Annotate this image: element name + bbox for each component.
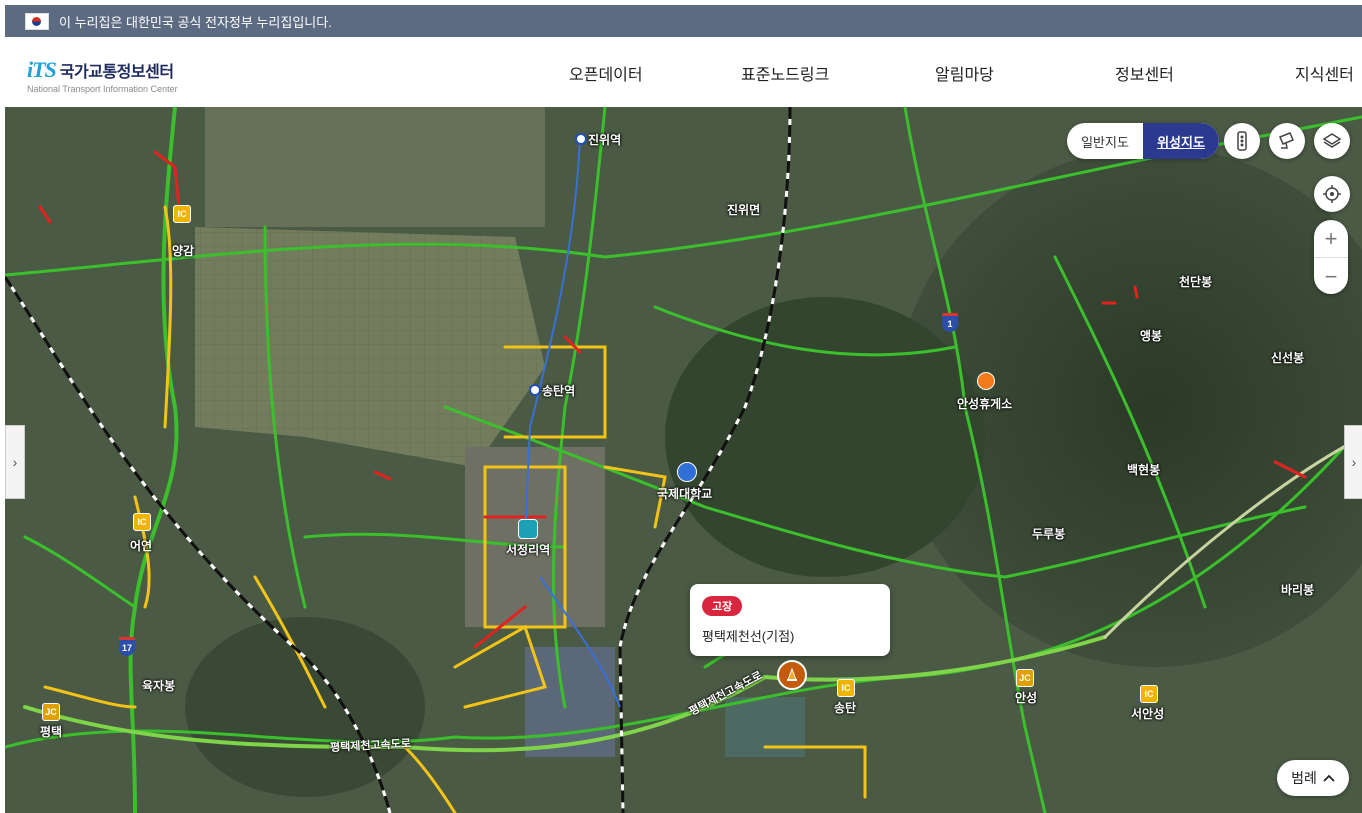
label-aengbong: 앵봉 (1140, 329, 1163, 343)
map-type-normal-button[interactable]: 일반지도 (1067, 123, 1143, 159)
label-jinwi-myeon: 진위면 (727, 203, 761, 217)
logo-subtitle: National Transport Information Center (27, 84, 178, 94)
label-yukjabong: 육자봉 (142, 679, 176, 693)
label-jinwi-station: 진위역 (588, 133, 622, 147)
ic-marker-eoyeon[interactable]: IC (133, 513, 151, 531)
ic-marker-seoanseong[interactable]: IC (1140, 685, 1158, 703)
crosshair-icon (1323, 185, 1341, 203)
incident-location-text: 평택제천선(기점) (702, 629, 795, 644)
label-cheondanbong: 천단봉 (1179, 275, 1213, 289)
route-1-shield-icon: 1 (942, 313, 958, 332)
label-baekhyeonbong: 백현봉 (1127, 463, 1161, 477)
label-pyeongtaek: 평택 (40, 725, 63, 739)
rest-area-icon[interactable] (977, 372, 995, 390)
incident-popup[interactable]: 고장 평택제천선(기점) (690, 584, 890, 656)
layers-button[interactable] (1314, 123, 1350, 159)
site-logo[interactable]: iTS 국가교통정보센터 National Transport Informat… (27, 57, 178, 94)
label-sinseonbong: 신선봉 (1271, 351, 1305, 365)
zoom-control: + − (1314, 220, 1348, 294)
traffic-map[interactable]: 진위역 진위면 양감 송탄역 안성휴게소 천단봉 앵봉 신선봉 백현봉 국제대학… (5, 107, 1362, 813)
train-station-icon[interactable] (518, 519, 538, 539)
map-type-satellite-button[interactable]: 위성지도 (1143, 123, 1219, 159)
songtan-station-marker[interactable] (529, 384, 541, 396)
label-songtan-station: 송탄역 (542, 384, 576, 398)
chevron-right-icon: › (12, 454, 18, 470)
label-durubong: 두루봉 (1032, 527, 1066, 541)
label-yanggam: 양감 (172, 244, 195, 258)
incident-type-badge: 고장 (702, 596, 743, 616)
label-anseong-rest-area: 안성휴게소 (957, 397, 1013, 411)
label-songtan: 송탄 (834, 701, 857, 715)
university-icon[interactable] (677, 462, 697, 482)
logo-title: 국가교통정보센터 (59, 64, 174, 81)
its-logo-mark: iTS (27, 57, 57, 82)
zoom-in-button[interactable]: + (1314, 220, 1348, 258)
korea-flag-icon (25, 12, 49, 30)
label-gukje-university: 국제대학교 (657, 487, 713, 501)
cctv-button[interactable] (1269, 123, 1305, 159)
ic-marker-songtan[interactable]: IC (837, 679, 855, 697)
nav-knowledge-center[interactable]: 지식센터 (1295, 61, 1354, 85)
chevron-right-icon: › (1351, 454, 1357, 470)
nav-notice[interactable]: 알림마당 (935, 61, 994, 85)
right-panel-toggle[interactable]: › (1344, 425, 1362, 499)
left-panel-toggle[interactable]: › (5, 425, 25, 499)
label-seojeongri-station: 서정리역 (506, 543, 551, 557)
jc-marker-pyeongtaek[interactable]: JC (42, 703, 60, 721)
my-location-button[interactable] (1314, 176, 1350, 212)
legend-label: 범례 (1291, 770, 1317, 786)
label-baribong: 바리봉 (1281, 583, 1315, 597)
label-seoanseong: 서안성 (1131, 707, 1165, 721)
traffic-cone-icon[interactable] (777, 660, 807, 690)
jc-marker-anseong[interactable]: JC (1016, 669, 1034, 687)
legend-button[interactable]: 범례 (1277, 760, 1349, 796)
zoom-out-button[interactable]: − (1314, 258, 1348, 295)
ic-marker-yanggam[interactable]: IC (173, 205, 191, 223)
route-17-shield-icon: 17 (119, 637, 135, 656)
nav-standard-node-link[interactable]: 표준노드링크 (741, 61, 829, 85)
nav-info-center[interactable]: 정보센터 (1115, 61, 1174, 85)
gov-banner-text: 이 누리집은 대한민국 공식 전자정부 누리집입니다. (59, 14, 332, 30)
traffic-light-button[interactable] (1224, 123, 1260, 159)
traffic-light-icon (1237, 131, 1247, 151)
nav-open-data[interactable]: 오픈데이터 (569, 61, 643, 85)
layers-icon (1322, 133, 1342, 148)
chevron-up-icon (1323, 774, 1335, 782)
site-header: iTS 국가교통정보센터 National Transport Informat… (5, 37, 1362, 108)
jinwi-station-marker[interactable] (575, 133, 587, 145)
gov-banner: 이 누리집은 대한민국 공식 전자정부 누리집입니다. (5, 5, 1362, 37)
label-anseong: 안성 (1015, 691, 1038, 705)
cctv-icon (1279, 132, 1294, 149)
map-type-toggle: 일반지도 위성지도 (1067, 123, 1219, 159)
label-eoyeon: 어연 (130, 539, 153, 553)
